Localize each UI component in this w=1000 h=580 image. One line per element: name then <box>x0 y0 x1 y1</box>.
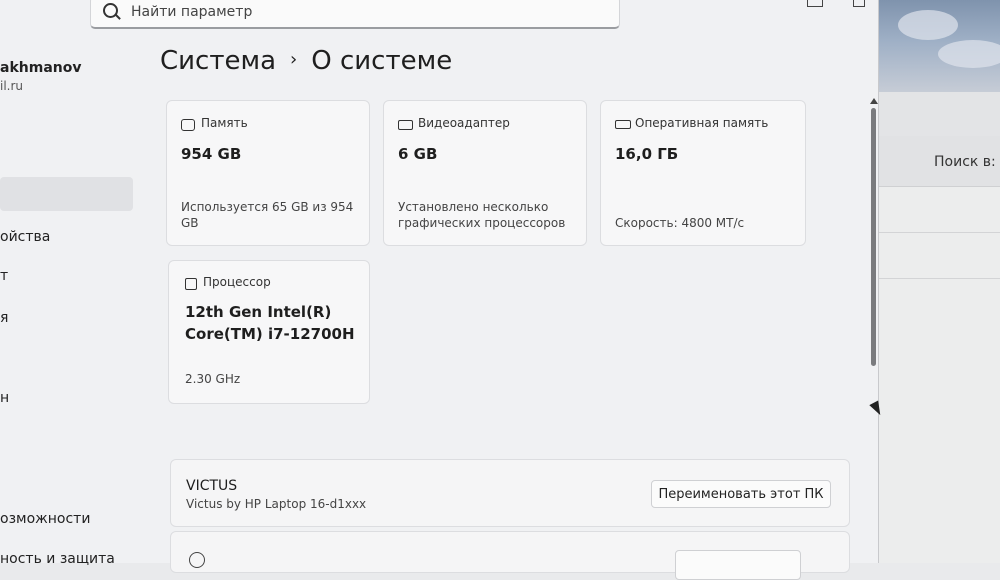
user-email: il.ru <box>0 79 24 93</box>
settings-window: akhmanov il.ru ойства т я н озможности н… <box>0 0 879 580</box>
gpu-detail-line2: графических процессоров <box>398 216 566 230</box>
ram-icon <box>615 120 631 129</box>
gpu-value: 6 GB <box>398 145 438 163</box>
background-search-label: Поиск в: Э <box>934 154 1000 170</box>
desktop-wallpaper <box>878 0 1000 92</box>
restore-icon[interactable] <box>807 0 823 7</box>
breadcrumb-parent[interactable]: Система <box>160 46 276 76</box>
storage-card[interactable]: Память 954 GB Используется 65 GB из 954 … <box>166 100 370 246</box>
sidebar-item[interactable]: т <box>0 268 8 284</box>
scroll-up-arrow-icon[interactable] <box>870 98 878 104</box>
ram-card[interactable]: Оперативная память 16,0 ГБ Скорость: 480… <box>600 100 806 246</box>
sidebar-item[interactable]: н <box>0 390 9 406</box>
storage-detail: Используется 65 GB из 954 GB <box>181 200 354 230</box>
chevron-right-icon: › <box>290 49 298 70</box>
cpu-value-line2: Core(TM) i7-12700H <box>185 325 355 343</box>
sidebar-item-properties[interactable]: ойства <box>0 229 50 245</box>
cpu-label: Процессор <box>203 275 271 289</box>
user-name: akhmanov <box>0 60 82 76</box>
cpu-value-line1: 12th Gen Intel(R) <box>185 303 332 321</box>
device-name: VICTUS <box>186 478 238 494</box>
background-toolbar <box>878 92 1000 137</box>
ram-value: 16,0 ГБ <box>615 145 679 163</box>
device-name-card: VICTUS Victus by HP Laptop 16-d1xxx Пере… <box>170 459 850 527</box>
cpu-card[interactable]: Процессор 12th Gen Intel(R) Core(TM) i7-… <box>168 260 370 404</box>
cpu-icon <box>185 278 197 290</box>
background-divider <box>878 232 1000 233</box>
storage-icon <box>181 119 195 131</box>
sidebar: akhmanov il.ru ойства т я н озможности н… <box>0 0 140 567</box>
cpu-detail: 2.30 GHz <box>185 372 241 386</box>
sidebar-item-selected[interactable] <box>0 177 133 211</box>
ram-detail: Скорость: 4800 МТ/с <box>615 216 745 230</box>
background-search-bar[interactable]: Поиск в: Э <box>878 136 1000 187</box>
breadcrumb: Система › О системе <box>160 46 452 76</box>
rename-pc-button[interactable]: Переименовать этот ПК <box>651 480 831 508</box>
gpu-icon <box>398 120 413 130</box>
gpu-label: Видеоадаптер <box>418 116 510 130</box>
close-icon[interactable] <box>853 0 865 7</box>
gpu-detail-line1: Установлено несколько <box>398 200 549 214</box>
storage-value: 954 GB <box>181 145 242 163</box>
sidebar-item-accessibility[interactable]: озможности <box>0 511 90 527</box>
background-divider <box>878 278 1000 279</box>
sidebar-item[interactable]: я <box>0 310 8 326</box>
page-title: О системе <box>311 46 453 76</box>
info-icon <box>189 552 205 568</box>
scrollbar-thumb[interactable] <box>871 108 876 366</box>
next-card-button[interactable] <box>675 550 801 580</box>
search-box[interactable] <box>90 0 620 29</box>
sidebar-item-privacy-security[interactable]: ность и защита <box>0 551 115 567</box>
gpu-card[interactable]: Видеоадаптер 6 GB Установлено несколько … <box>383 100 587 246</box>
storage-label: Память <box>201 116 248 130</box>
device-model: Victus by HP Laptop 16-d1xxx <box>186 497 367 511</box>
ram-label: Оперативная память <box>635 116 769 130</box>
search-input[interactable] <box>129 1 603 23</box>
next-settings-card[interactable] <box>170 531 850 580</box>
